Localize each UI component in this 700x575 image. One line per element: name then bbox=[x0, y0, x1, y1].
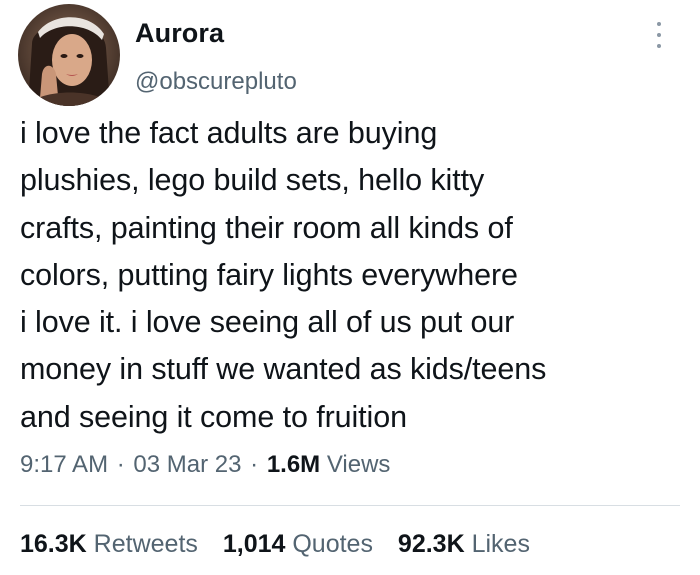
author-handle[interactable]: @obscurepluto bbox=[135, 68, 297, 96]
quotes-count: 1,014 bbox=[222, 530, 286, 558]
tweet-time[interactable]: 9:17 AM bbox=[20, 451, 108, 478]
avatar[interactable] bbox=[18, 4, 120, 106]
quotes-stat[interactable]: 1,014 Quotes bbox=[223, 530, 373, 559]
tweet-text-line: plushies, lego build sets, hello kitty bbox=[20, 163, 485, 198]
tweet-text-line: and seeing it come to fruition bbox=[20, 399, 407, 434]
views-label[interactable]: Views bbox=[327, 451, 391, 478]
meta-separator: · bbox=[250, 451, 259, 478]
more-vertical-icon bbox=[657, 22, 661, 26]
tweet-card: Aurora @obscurepluto i love the fact adu… bbox=[0, 0, 700, 575]
retweets-label: Retweets bbox=[93, 530, 198, 558]
likes-stat[interactable]: 92.3K Likes bbox=[398, 530, 530, 559]
retweets-stat[interactable]: 16.3K Retweets bbox=[20, 530, 198, 559]
divider bbox=[20, 505, 680, 506]
meta-separator: · bbox=[116, 451, 125, 478]
tweet-stats: 16.3K Retweets 1,014 Quotes 92.3K Likes bbox=[20, 530, 548, 559]
quotes-label: Quotes bbox=[292, 530, 373, 558]
likes-count: 92.3K bbox=[397, 530, 465, 558]
author-display-name[interactable]: Aurora bbox=[135, 18, 224, 49]
tweet-text-line: crafts, painting their room all kinds of bbox=[20, 210, 513, 245]
tweet-text-line: i love it. i love seeing all of us put o… bbox=[20, 305, 515, 340]
tweet-meta: 9:17 AM · 03 Mar 23 · 1.6M Views bbox=[20, 451, 390, 479]
avatar-photo bbox=[18, 4, 120, 106]
more-options-button[interactable] bbox=[648, 18, 670, 52]
tweet-text-line: colors, putting fairy lights everywhere bbox=[20, 257, 518, 292]
tweet-date[interactable]: 03 Mar 23 bbox=[133, 451, 241, 478]
tweet-text-line: i love the fact adults are buying bbox=[20, 116, 438, 150]
retweets-count: 16.3K bbox=[20, 530, 87, 558]
views-count[interactable]: 1.6M bbox=[267, 451, 320, 478]
tweet-text-line: money in stuff we wanted as kids/teens bbox=[20, 352, 547, 387]
tweet-text: i love the fact adults are buying plushi… bbox=[20, 110, 690, 441]
likes-label: Likes bbox=[471, 530, 530, 558]
